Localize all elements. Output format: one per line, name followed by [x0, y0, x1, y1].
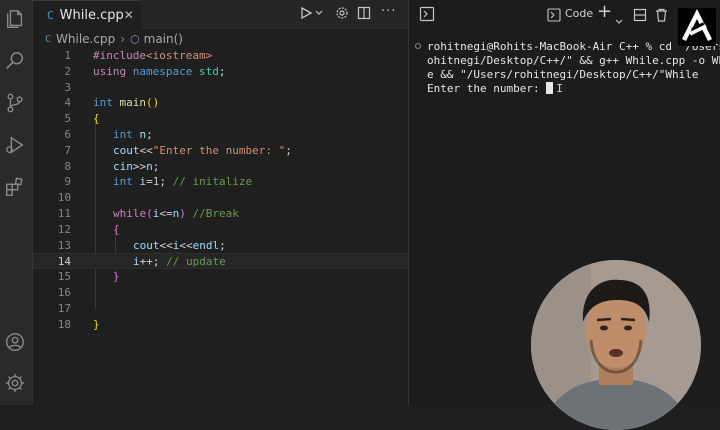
- code-line: 10: [57, 191, 71, 205]
- terminal-line: e && "/Users/rohitnegi/Desktop/C++/"Whil…: [427, 68, 699, 81]
- code-line: 4 int main(): [64, 96, 160, 110]
- code-line: 3: [64, 80, 71, 94]
- code-line: 5{: [64, 112, 100, 126]
- code-line: 16: [57, 285, 71, 299]
- code-line: 7 cout<<"Enter the number: ";: [64, 143, 292, 157]
- cpp-file-icon: C: [45, 33, 52, 45]
- code-line: 11 while(i<=n) //Break: [57, 206, 239, 220]
- code-line: 2 using namespace std;: [64, 64, 226, 78]
- terminal-prompt-line: Enter the number: I: [427, 82, 563, 95]
- code-line: 13 cout<<i<<endl;: [57, 238, 226, 252]
- editor-tab-bar: C While.cpp ✕ ···: [33, 0, 408, 29]
- function-icon: ⬡: [130, 32, 140, 46]
- code-area[interactable]: 1 #include<iostream> 2 using namespace std…: [33, 48, 408, 332]
- code-line: 8 cin>>n;: [64, 159, 160, 173]
- prompt-indicator-icon: [415, 43, 421, 49]
- run-debug-icon[interactable]: [4, 134, 26, 156]
- files-icon[interactable]: [4, 8, 26, 30]
- account-icon[interactable]: [4, 331, 26, 353]
- split-terminal-icon[interactable]: [633, 7, 647, 26]
- source-control-icon[interactable]: [4, 92, 26, 114]
- code-line: 6 int n;: [64, 127, 153, 141]
- code-line: 17: [57, 301, 71, 315]
- code-line: 15}: [57, 270, 120, 284]
- breadcrumb-symbol[interactable]: main(): [144, 32, 183, 46]
- terminal-line: rohitnegi@Rohits-MacBook-Air C++ % cd "/…: [427, 40, 720, 53]
- text-cursor-icon: I: [556, 82, 563, 95]
- trash-icon[interactable]: [655, 7, 668, 26]
- chevron-down-icon[interactable]: [315, 9, 323, 19]
- cpp-file-icon: C: [47, 8, 54, 22]
- code-line: 1 #include<iostream>: [64, 49, 213, 62]
- terminal-label[interactable]: Code: [565, 7, 593, 20]
- split-editor-icon[interactable]: [357, 6, 371, 24]
- tab-while-cpp[interactable]: C While.cpp ✕: [33, 0, 141, 29]
- breadcrumb-file[interactable]: While.cpp: [56, 32, 115, 46]
- activity-bar: [0, 0, 33, 405]
- new-terminal-button[interactable]: +: [597, 1, 612, 22]
- breadcrumb: C While.cpp › ⬡ main(): [45, 30, 183, 48]
- code-line: 12{: [57, 222, 120, 236]
- run-icon[interactable]: [299, 6, 313, 24]
- tab-label: While.cpp: [59, 7, 124, 23]
- settings-gear-icon[interactable]: [4, 372, 26, 394]
- editor-pane: C While.cpp ✕ ··· C While.cpp › ⬡ main()…: [33, 0, 441, 405]
- search-icon[interactable]: [4, 50, 26, 72]
- code-line: 9 int i=1; // initalize: [64, 175, 253, 189]
- terminal-line: ohitnegi/Desktop/C++/" && g++ While.cpp …: [427, 54, 720, 67]
- extensions-icon[interactable]: [4, 176, 26, 198]
- gear-icon[interactable]: [335, 6, 349, 24]
- terminal-icon[interactable]: [419, 6, 435, 26]
- terminal-output[interactable]: rohitnegi@Rohits-MacBook-Air C++ % cd "/…: [427, 40, 720, 96]
- terminal-shell-icon[interactable]: [547, 7, 561, 26]
- terminal-cursor: [546, 82, 554, 94]
- more-actions-icon[interactable]: ···: [381, 4, 396, 19]
- terminal-toolbar: Code +: [409, 0, 720, 28]
- chevron-down-icon[interactable]: [615, 10, 623, 29]
- code-line: 18}: [57, 317, 100, 331]
- channel-logo: [678, 8, 716, 46]
- code-line-current: 14 i++; // update: [33, 253, 408, 270]
- close-icon[interactable]: ✕: [124, 8, 134, 22]
- chevron-right-icon: ›: [120, 32, 126, 46]
